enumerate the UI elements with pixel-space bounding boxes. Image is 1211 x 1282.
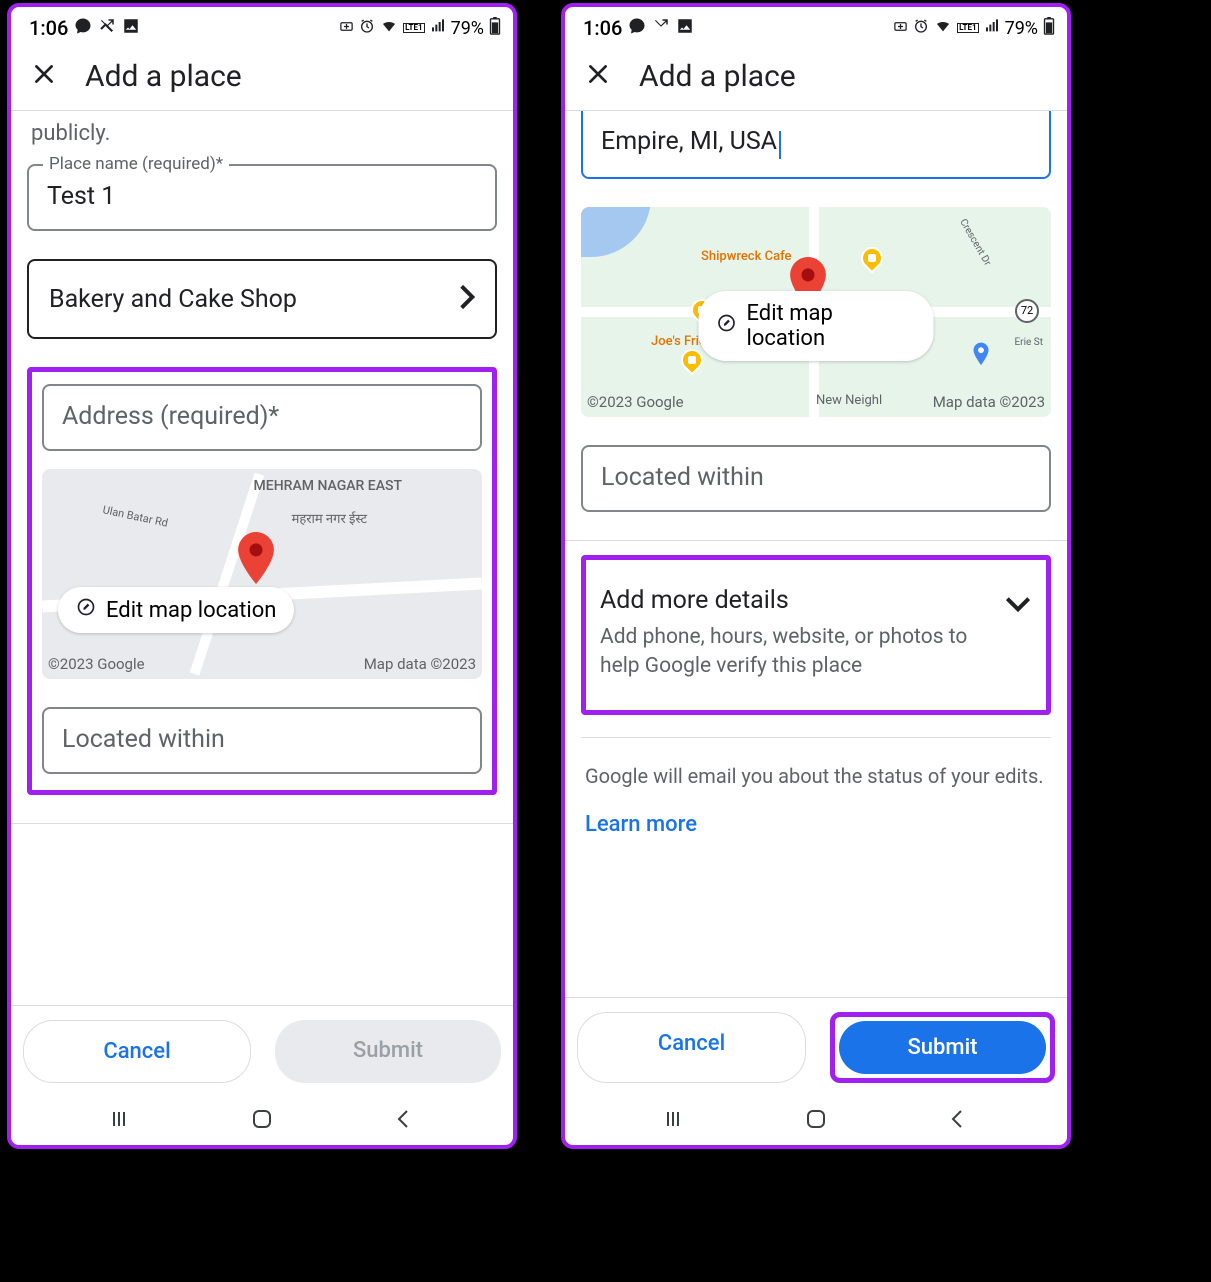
location-section-highlight: Address (required)* MEHRAM NAGAR EAST मह… (27, 367, 497, 795)
category-value: Bakery and Cake Shop (49, 285, 297, 314)
address-placeholder: Address (required)* (62, 402, 279, 431)
close-icon[interactable] (585, 61, 611, 93)
app-header: Add a place (11, 45, 513, 111)
text-cursor (779, 131, 781, 159)
alarm-icon (913, 18, 929, 39)
email-status-text: Google will email you about the status o… (581, 738, 1051, 806)
status-time: 1:06 (29, 16, 68, 40)
home-icon[interactable] (804, 1107, 828, 1135)
alarm-icon (359, 18, 375, 39)
submit-button[interactable]: Submit (839, 1021, 1046, 1074)
bottom-action-bar: Cancel Submit (11, 1005, 513, 1093)
status-time: 1:06 (583, 16, 622, 40)
located-within-placeholder: Located within (601, 463, 764, 492)
address-field[interactable]: Address (required)* (42, 384, 482, 451)
image-icon (122, 16, 140, 40)
android-nav-bar (565, 1093, 1067, 1145)
place-name-value: Test 1 (47, 182, 115, 211)
edit-location-icon (717, 313, 737, 339)
recents-icon[interactable] (109, 1107, 133, 1135)
network-type-badge: LTE1 (403, 23, 425, 33)
map-preview[interactable]: Shipwreck Cafe Empire Joe's Friendly Tav… (581, 207, 1051, 417)
category-selector[interactable]: Bakery and Cake Shop (27, 259, 497, 339)
page-title: Add a place (639, 59, 796, 94)
battery-icon (489, 17, 501, 40)
android-nav-bar (11, 1093, 513, 1145)
map-copyright: ©2023 Google (587, 393, 684, 411)
map-data-attribution: Map data ©2023 (364, 655, 476, 673)
missed-call-icon (652, 16, 670, 40)
phone-screenshot-right: 1:06 LTE1 79% Add a place Empire, MI, US… (561, 3, 1071, 1149)
cancel-button[interactable]: Cancel (577, 1012, 806, 1083)
more-details-title: Add more details (600, 586, 988, 615)
located-within-field[interactable]: Located within (42, 707, 482, 774)
chat-icon (74, 16, 92, 40)
cancel-button[interactable]: Cancel (23, 1020, 251, 1083)
bottom-action-bar: Cancel Submit (565, 997, 1067, 1093)
edit-map-location-button[interactable]: Edit map location (699, 291, 934, 361)
missed-call-icon (98, 16, 116, 40)
address-field-focused[interactable]: Empire, MI, USA (581, 111, 1051, 179)
map-copyright: ©2023 Google (48, 655, 145, 673)
wifi-icon (380, 18, 398, 39)
form-content: publicly. Place name (required)* Test 1 … (11, 111, 513, 1005)
status-bar: 1:06 LTE1 79% (11, 7, 513, 45)
edit-location-icon (76, 597, 96, 623)
chat-icon (628, 16, 646, 40)
back-icon[interactable] (945, 1107, 969, 1135)
battery-percent: 79% (1005, 18, 1038, 39)
network-type-badge: LTE1 (957, 23, 979, 33)
phone-screenshot-left: 1:06 LTE1 79% Add a place publ (7, 3, 517, 1149)
image-icon (676, 16, 694, 40)
page-title: Add a place (85, 59, 242, 94)
add-more-details-row[interactable]: Add more details Add phone, hours, websi… (594, 568, 1038, 700)
form-content: Empire, MI, USA Shipwreck Cafe Empire Jo… (565, 111, 1067, 997)
battery-percent: 79% (451, 18, 484, 39)
signal-icon (430, 18, 446, 39)
located-within-field[interactable]: Located within (581, 445, 1051, 512)
place-name-label: Place name (required)* (43, 154, 229, 174)
submit-button-highlight: Submit (830, 1012, 1055, 1083)
recents-icon[interactable] (663, 1107, 687, 1135)
chevron-down-icon (1004, 586, 1032, 616)
status-bar: 1:06 LTE1 79% (565, 7, 1067, 45)
learn-more-link[interactable]: Learn more (581, 806, 701, 857)
battery-icon (1043, 17, 1055, 40)
signal-icon (984, 18, 1000, 39)
back-icon[interactable] (391, 1107, 415, 1135)
more-details-highlight: Add more details Add phone, hours, websi… (581, 555, 1051, 715)
home-icon[interactable] (250, 1107, 274, 1135)
map-preview[interactable]: MEHRAM NAGAR EAST महराम नगर ईस्ट Ulan Ba… (42, 469, 482, 679)
close-icon[interactable] (31, 61, 57, 93)
submit-button-disabled: Submit (275, 1020, 501, 1083)
battery-saver-icon (893, 18, 908, 39)
edit-map-location-button[interactable]: Edit map location (58, 587, 294, 633)
battery-saver-icon (339, 18, 354, 39)
map-pin-icon (236, 532, 276, 588)
wifi-icon (934, 18, 952, 39)
map-data-attribution: Map data ©2023 (933, 393, 1045, 411)
more-details-subtitle: Add phone, hours, website, or photos to … (600, 623, 988, 682)
address-value: Empire, MI, USA (601, 127, 777, 156)
located-within-placeholder: Located within (62, 725, 225, 754)
place-name-field[interactable]: Place name (required)* Test 1 (27, 164, 497, 231)
chevron-right-icon (459, 283, 475, 315)
app-header: Add a place (565, 45, 1067, 111)
